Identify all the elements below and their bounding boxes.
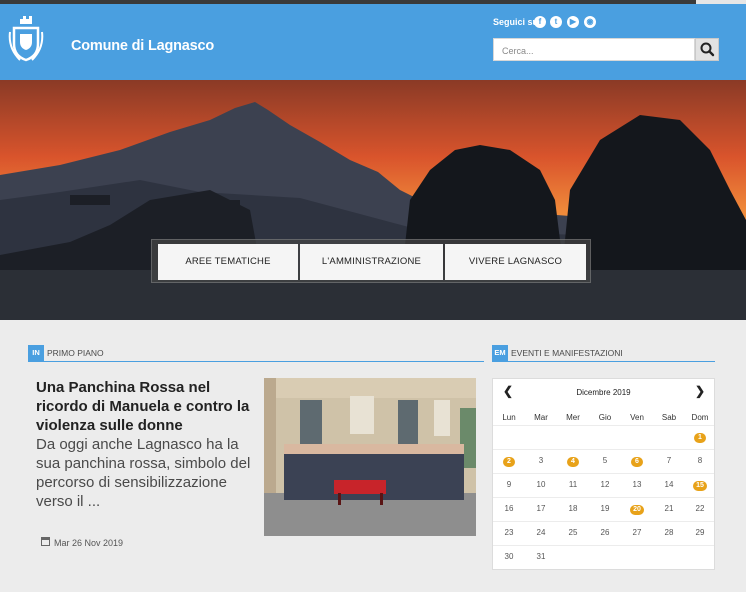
article-title[interactable]: Una Panchina Rossa nel ricordo di Manuel…	[36, 378, 256, 435]
calendar-day[interactable]: 20	[621, 500, 653, 518]
site-header: Comune di Lagnasco Seguici su f t ▶ ◉ Ce…	[0, 4, 746, 80]
calendar-day[interactable]: 23	[493, 524, 525, 542]
article-date: Mar 26 Nov 2019	[54, 538, 124, 548]
nav-amministrazione[interactable]: L'AMMINISTRAZIONE	[300, 244, 443, 280]
event-day-badge: 4	[567, 457, 579, 467]
calendar-day[interactable]: 5	[589, 452, 621, 470]
calendar-row-divider	[493, 473, 714, 474]
calendar-row-divider	[493, 545, 714, 546]
calendar-day[interactable]: 6	[621, 452, 653, 470]
nav-aree-tematiche[interactable]: AREE TEMATICHE	[158, 244, 298, 280]
calendar-day[interactable]: 19	[589, 500, 621, 518]
calendar-day[interactable]: 11	[557, 476, 589, 494]
social-label: Seguici su	[493, 17, 539, 27]
calendar-day[interactable]: 31	[525, 548, 557, 566]
weekday-label: Mer	[566, 413, 580, 422]
site-title[interactable]: Comune di Lagnasco	[71, 38, 214, 54]
calendar-day[interactable]: 14	[653, 476, 685, 494]
calendar-day[interactable]: 21	[653, 500, 685, 518]
calendar-day[interactable]: 26	[589, 524, 621, 542]
calendar-day[interactable]: 8	[684, 452, 716, 470]
coat-of-arms-logo[interactable]	[8, 14, 44, 64]
calendar-row-divider	[493, 521, 714, 522]
calendar-header: ❮ Dicembre 2019 ❯	[493, 379, 714, 405]
calendar-row-divider	[493, 449, 714, 450]
article-photo[interactable]	[264, 378, 476, 536]
weekday-label: Mar	[534, 413, 548, 422]
calendar-day[interactable]: 30	[493, 548, 525, 566]
facebook-icon[interactable]: f	[534, 16, 546, 28]
twitter-icon[interactable]: t	[550, 16, 562, 28]
calendar-day[interactable]: 18	[557, 500, 589, 518]
calendar-day[interactable]: 12	[589, 476, 621, 494]
rss-icon[interactable]: ◉	[584, 16, 596, 28]
calendar-icon	[41, 537, 50, 546]
calendar-day[interactable]: 4	[557, 452, 589, 470]
section-tag: EM	[492, 345, 508, 361]
events-calendar: ❮ Dicembre 2019 ❯ Lun Mar Mer Gio Ven Sab Dom 1…	[492, 378, 715, 570]
chevron-right-icon[interactable]: ❯	[695, 384, 705, 398]
calendar-day[interactable]: 2	[493, 452, 525, 470]
calendar-day[interactable]: 25	[557, 524, 589, 542]
search-icon	[700, 42, 715, 57]
main-navigation: AREE TEMATICHE L'AMMINISTRAZIONE VIVERE …	[151, 239, 591, 283]
calendar-day[interactable]: 7	[653, 452, 685, 470]
section-label[interactable]: PRIMO PIANO	[47, 348, 104, 358]
event-day-badge: 15	[693, 481, 707, 491]
calendar-day[interactable]: 29	[684, 524, 716, 542]
event-day-badge: 6	[631, 457, 643, 467]
youtube-icon[interactable]: ▶	[567, 16, 579, 28]
section-tag: IN	[28, 345, 44, 361]
calendar-day[interactable]: 15	[684, 476, 716, 494]
weekday-label: Ven	[630, 413, 644, 422]
nav-vivere-lagnasco[interactable]: VIVERE LAGNASCO	[445, 244, 586, 280]
red-bench-group-photo	[264, 378, 476, 536]
section-label[interactable]: EVENTI E MANIFESTAZIONI	[511, 348, 623, 358]
weekday-label: Gio	[598, 413, 612, 422]
calendar-day[interactable]: 24	[525, 524, 557, 542]
calendar-day[interactable]: 17	[525, 500, 557, 518]
calendar-day[interactable]: 10	[525, 476, 557, 494]
search-button[interactable]	[695, 38, 719, 61]
article-excerpt: Da oggi anche Lagnasco ha la sua panchin…	[36, 436, 251, 510]
calendar-day[interactable]: 9	[493, 476, 525, 494]
calendar-day[interactable]: 27	[621, 524, 653, 542]
weekday-label: Sab	[661, 413, 677, 422]
event-day-badge: 2	[503, 457, 515, 467]
hero-bottom-band	[0, 300, 746, 320]
calendar-day[interactable]: 1	[684, 428, 716, 446]
calendar-day[interactable]: 22	[684, 500, 716, 518]
section-header-primo-piano: IN PRIMO PIANO	[28, 345, 484, 362]
weekday-label: Dom	[691, 413, 709, 422]
weekday-label: Lun	[502, 413, 516, 422]
section-header-eventi: EM EVENTI E MANIFESTAZIONI	[492, 345, 715, 362]
calendar-row-divider	[493, 497, 714, 498]
search-input[interactable]: Cerca...	[493, 38, 695, 61]
event-day-badge: 20	[630, 505, 644, 515]
event-day-badge: 1	[694, 433, 706, 443]
calendar-day[interactable]: 28	[653, 524, 685, 542]
calendar-day[interactable]: 13	[621, 476, 653, 494]
calendar-row-divider	[493, 425, 714, 426]
calendar-day[interactable]: 3	[525, 452, 557, 470]
calendar-day[interactable]: 16	[493, 500, 525, 518]
calendar-month: Dicembre 2019	[576, 388, 631, 397]
